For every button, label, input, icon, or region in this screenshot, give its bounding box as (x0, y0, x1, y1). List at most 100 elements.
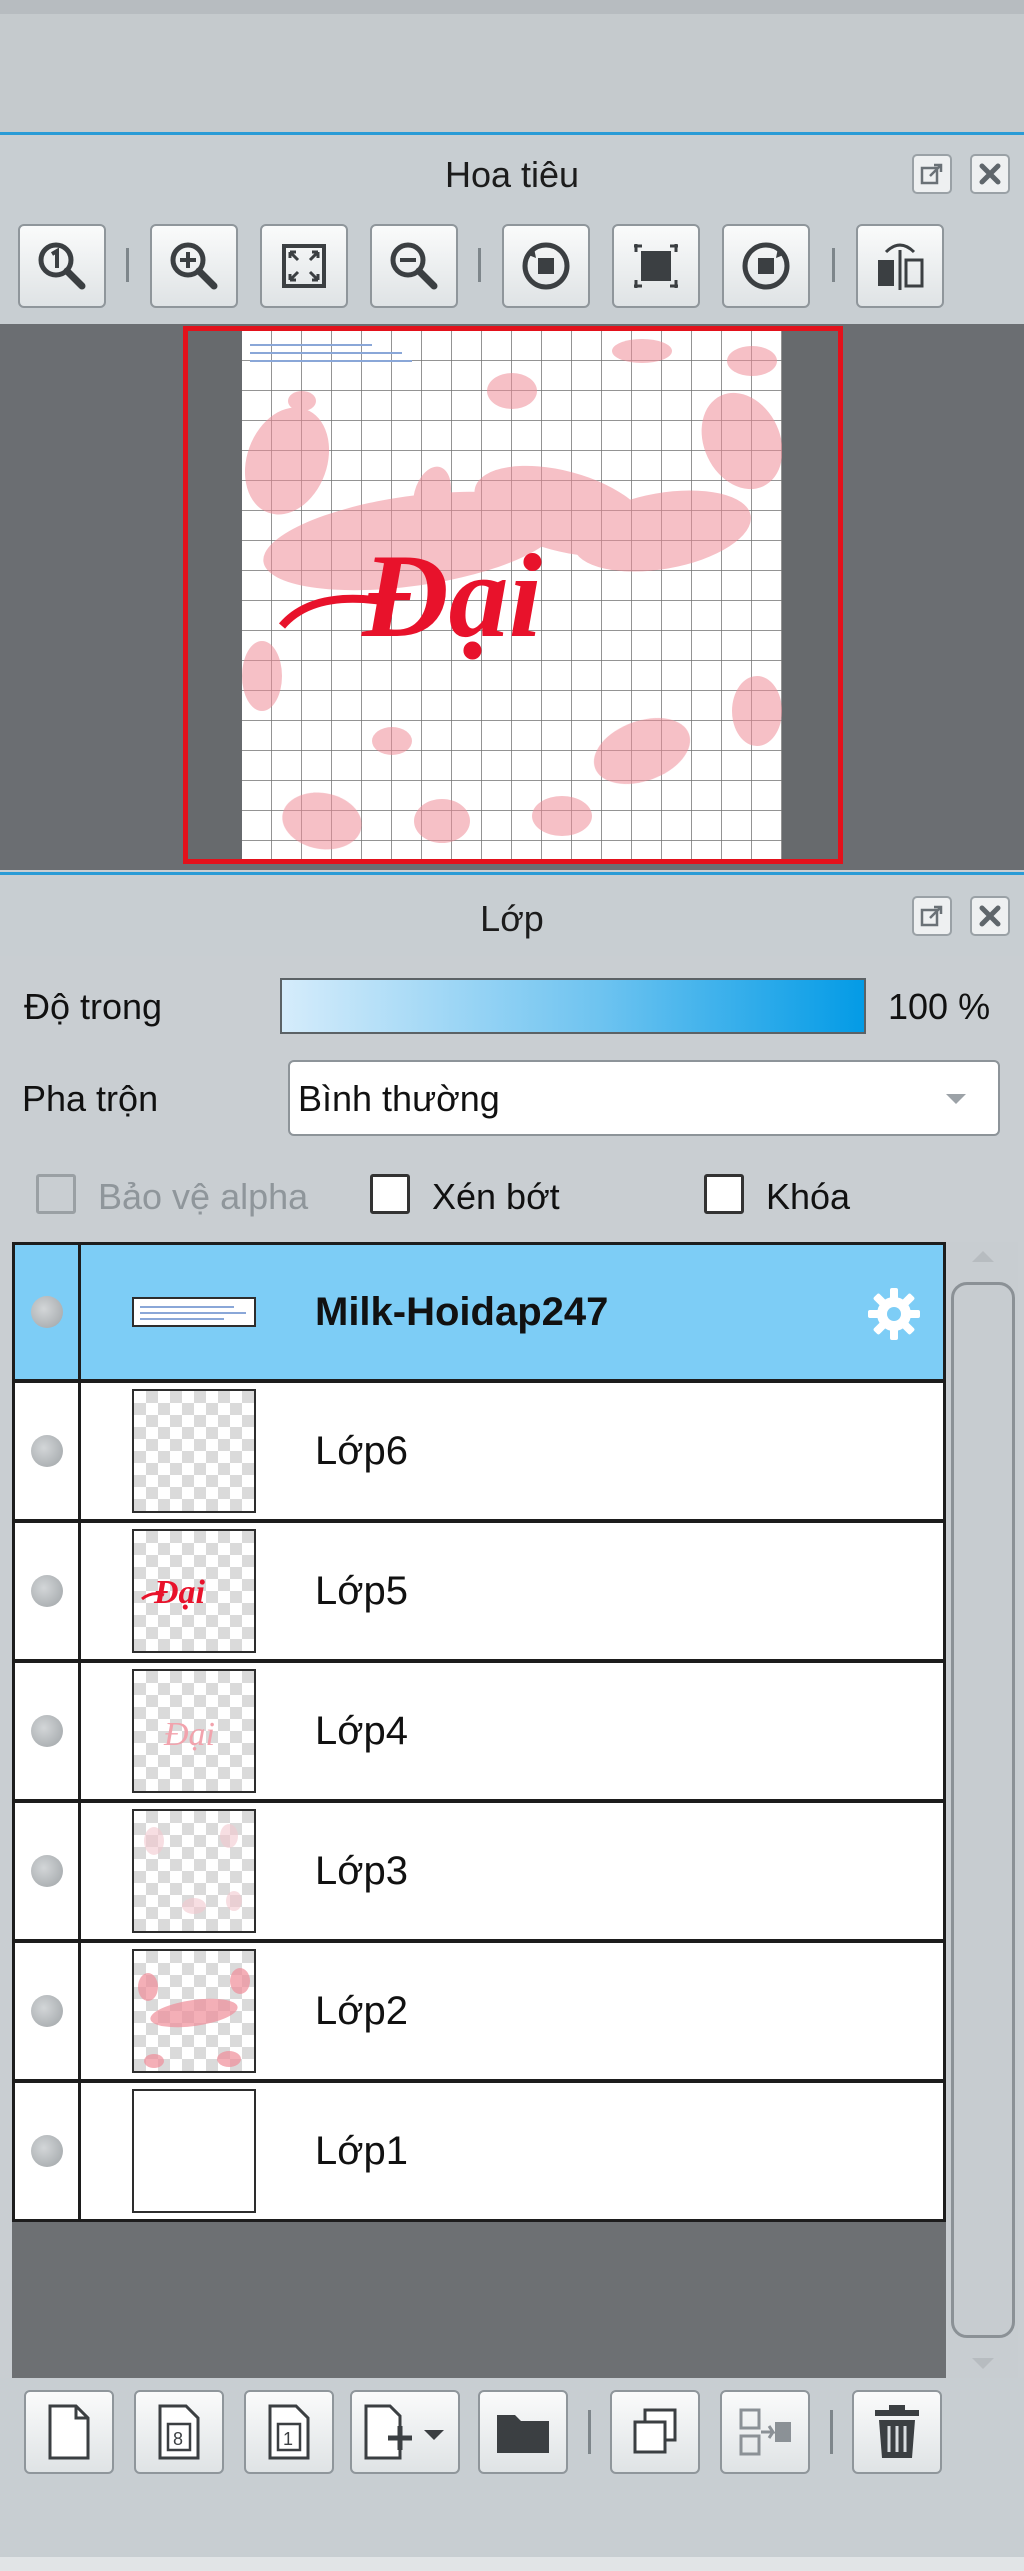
visibility-toggle[interactable] (15, 1245, 81, 1379)
opacity-value: 100 % (888, 986, 991, 1027)
canvas-preview-image: Đại (242, 331, 782, 859)
delete-icon (875, 2405, 919, 2458)
layer-panel-title: Lớp (480, 898, 544, 939)
close-icon (979, 905, 1001, 927)
visibility-dot-icon (30, 1575, 63, 1607)
delete-layer-button[interactable] (852, 2390, 942, 2474)
gear-icon[interactable] (865, 1285, 923, 1343)
layer-row[interactable]: Đại Lớp5 (12, 1522, 946, 1662)
flip-horizontal-button[interactable] (856, 224, 944, 308)
undock-button[interactable] (912, 154, 952, 194)
navigator-title: Hoa tiêu (444, 154, 580, 195)
visibility-dot-icon (30, 1995, 63, 2027)
visibility-dot-icon (30, 1296, 63, 1328)
blend-mode-select[interactable]: Bình thường (288, 1060, 1000, 1136)
layer-thumbnail-image: Đại (141, 1574, 206, 1611)
visibility-dot-icon (30, 1855, 63, 1887)
rotate-left-icon (522, 242, 570, 290)
blend-label: Pha trộn (22, 1078, 159, 1119)
visibility-toggle[interactable] (15, 1663, 81, 1799)
svg-text:1: 1 (283, 2429, 293, 2449)
layer-thumbnail (132, 1809, 256, 1933)
new-layer-button[interactable] (24, 2390, 114, 2474)
layer-scrollbar-thumb[interactable] (951, 1282, 1015, 2338)
layer-row[interactable]: Đại Lớp4 (12, 1662, 946, 1802)
duplicate-layer-icon (633, 2408, 677, 2454)
preview-title-text: Đại (361, 529, 542, 662)
blend-mode-value: Bình thường (298, 1078, 500, 1119)
rotate-right-icon (742, 242, 790, 290)
zoom-actual-icon (38, 242, 86, 290)
canvas-preview: Đại (242, 331, 782, 859)
navigator-toolbar (0, 210, 1024, 324)
layer-thumbnail (132, 1297, 256, 1327)
navigator-header: Hoa tiêu (0, 140, 1024, 210)
separator (126, 248, 129, 282)
flip-horizontal-icon (878, 243, 924, 290)
layer-thumbnail-image (138, 1968, 250, 2068)
clipping-label: Xén bớt (432, 1176, 560, 1217)
visibility-toggle[interactable] (15, 1803, 81, 1939)
layer-name: Lớp3 (315, 1849, 408, 1893)
new-layer-icon (48, 2404, 90, 2460)
layer-panel-header: Lớp (0, 878, 1024, 956)
new-folder-button[interactable] (478, 2390, 568, 2474)
close-button[interactable] (970, 154, 1010, 194)
layer-thumbnail: Đại (132, 1529, 256, 1653)
opacity-slider[interactable] (280, 978, 866, 1034)
new-1bit-layer-icon: 1 (268, 2404, 310, 2460)
layer-row[interactable]: Lớp6 (12, 1382, 946, 1522)
lock-label: Khóa (766, 1176, 851, 1217)
layer-row[interactable]: Milk-Hoidap247 (12, 1242, 946, 1382)
separator (832, 248, 835, 282)
visibility-toggle[interactable] (15, 1383, 81, 1519)
visibility-toggle[interactable] (15, 1523, 81, 1659)
rotate-left-button[interactable] (502, 224, 590, 308)
layer-name: Milk-Hoidap247 (315, 1290, 609, 1334)
layer-name: Lớp2 (315, 1989, 408, 2033)
new-1bit-layer-button[interactable]: 1 (244, 2390, 334, 2474)
duplicate-layer-button[interactable] (610, 2390, 700, 2474)
layer-thumbnail-image (144, 1824, 242, 1914)
layer-thumbnail (132, 1389, 256, 1513)
visibility-toggle[interactable] (15, 2083, 81, 2219)
zoom-actual-button[interactable] (18, 224, 106, 308)
new-8bit-layer-button[interactable]: 8 (134, 2390, 224, 2474)
reset-view-button[interactable] (612, 224, 700, 308)
alpha-lock-checkbox (36, 1174, 76, 1214)
layer-row[interactable]: Lớp3 (12, 1802, 946, 1942)
add-layer-dropdown-button[interactable] (350, 2390, 460, 2474)
zoom-in-button[interactable] (150, 224, 238, 308)
rotate-right-button[interactable] (722, 224, 810, 308)
svg-text:8: 8 (173, 2429, 183, 2449)
separator (588, 2410, 591, 2454)
layer-list: Milk-Hoidap247 Lớp6 Đại Lớp5 Đại Lớp4 Lớ… (12, 1242, 946, 2378)
layer-row[interactable]: Lớp2 (12, 1942, 946, 2082)
undock-button[interactable] (912, 896, 952, 936)
close-button[interactable] (970, 896, 1010, 936)
window-top-strip (0, 0, 1024, 14)
alpha-lock-label: Bảo vệ alpha (98, 1176, 309, 1217)
panel-dock-gap (0, 14, 1024, 132)
zoom-out-button[interactable] (370, 224, 458, 308)
visibility-toggle[interactable] (15, 1943, 81, 2079)
merge-down-button[interactable] (720, 2390, 810, 2474)
layer-thumbnail (132, 1949, 256, 2073)
scroll-down-icon[interactable] (970, 2356, 996, 2372)
svg-text:Đại: Đại (153, 1574, 206, 1611)
clipping-checkbox[interactable] (370, 1174, 410, 1214)
layer-row[interactable]: Lớp1 (12, 2082, 946, 2222)
scroll-up-icon[interactable] (970, 1248, 996, 1264)
add-layer-dropdown-icon (364, 2404, 444, 2460)
new-8bit-layer-icon: 8 (158, 2404, 200, 2460)
lock-checkbox[interactable] (704, 1174, 744, 1214)
fit-window-button[interactable] (260, 224, 348, 308)
close-icon (979, 163, 1001, 185)
text-layer-preview (140, 1306, 246, 1320)
layer-thumbnail: Đại (132, 1669, 256, 1793)
layer-panel-border (0, 872, 1024, 875)
layer-thumbnail (132, 2089, 256, 2213)
opacity-label: Độ trong (24, 986, 163, 1027)
fit-window-icon (282, 244, 326, 288)
window-bottom-edge (0, 2557, 1024, 2571)
